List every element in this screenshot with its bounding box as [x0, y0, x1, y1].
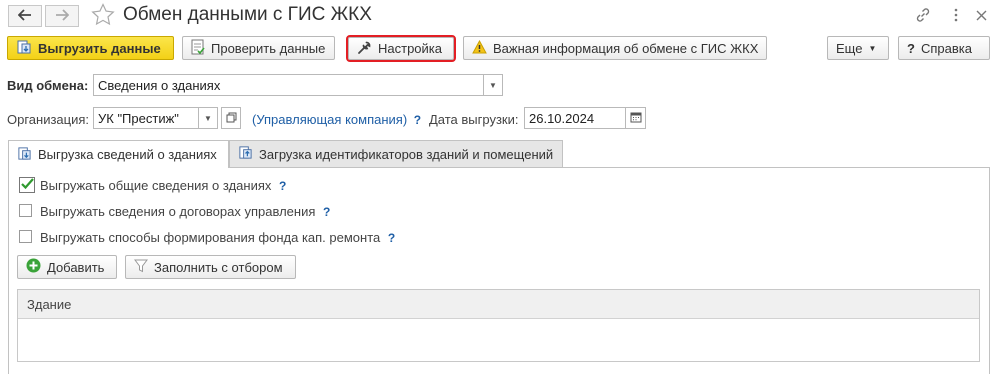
page-title: Обмен данными с ГИС ЖКХ — [123, 4, 372, 25]
exchange-type-value: Сведения о зданиях — [98, 77, 221, 93]
upload-icon — [17, 146, 32, 164]
close-icon[interactable] — [971, 6, 991, 24]
check-document-icon — [191, 39, 205, 58]
back-button[interactable] — [8, 5, 42, 27]
important-info-label: Важная информация об обмене с ГИС ЖКХ — [493, 40, 759, 56]
organization-role-link[interactable]: (Управляющая компания) ? — [252, 112, 421, 127]
calendar-button[interactable] — [625, 107, 646, 129]
upload-icon — [16, 39, 32, 58]
tab-download-identifiers[interactable]: Загрузка идентификаторов зданий и помеще… — [229, 140, 563, 167]
settings-label: Настройка — [378, 41, 442, 56]
tab-download-identifiers-label: Загрузка идентификаторов зданий и помеще… — [259, 146, 554, 162]
settings-button[interactable]: Настройка — [346, 35, 456, 62]
help-label: Справка — [920, 40, 972, 56]
organization-select[interactable]: УК "Престиж" — [93, 107, 199, 129]
option-capital-repair-label: Выгружать способы формирования фонда кап… — [40, 230, 381, 245]
open-window-icon — [226, 112, 237, 125]
help-button[interactable]: ? Справка — [898, 36, 990, 60]
help-icon: ? — [907, 40, 915, 56]
chevron-down-icon: ▼ — [204, 113, 212, 123]
more-label: Еще — [836, 40, 863, 56]
warning-icon — [472, 39, 487, 57]
column-header-building[interactable]: Здание — [27, 297, 71, 312]
add-label: Добавить — [47, 259, 105, 275]
option-contracts-label: Выгружать сведения о договорах управлени… — [40, 204, 316, 219]
option-capital-repair-checkbox[interactable] — [19, 230, 32, 243]
buildings-table[interactable]: Здание — [17, 289, 980, 362]
arrow-left-icon — [17, 8, 32, 24]
calendar-icon — [630, 111, 642, 125]
exchange-type-dropdown-button[interactable]: ▼ — [483, 74, 503, 96]
add-button[interactable]: Добавить — [17, 255, 117, 279]
organization-help-icon[interactable]: ? — [414, 113, 421, 127]
check-data-button[interactable]: Проверить данные — [182, 36, 335, 60]
exchange-type-label: Вид обмена: — [7, 78, 89, 93]
organization-value: УК "Престиж" — [98, 110, 179, 126]
more-button[interactable]: Еще ▼ — [827, 36, 889, 60]
upload-date-label: Дата выгрузки: — [429, 112, 519, 127]
fill-with-filter-button[interactable]: Заполнить с отбором — [125, 255, 296, 279]
chevron-down-icon: ▼ — [489, 80, 497, 90]
organization-label: Организация: — [7, 112, 90, 127]
important-info-button[interactable]: Важная информация об обмене с ГИС ЖКХ — [463, 36, 767, 60]
forward-button[interactable] — [45, 5, 79, 27]
wrench-icon — [357, 40, 372, 58]
favorite-star-icon[interactable] — [91, 3, 115, 29]
option-capital-repair-help-icon[interactable]: ? — [388, 231, 395, 245]
organization-role-label: (Управляющая компания) — [252, 112, 408, 127]
upload-data-button[interactable]: Выгрузить данные — [7, 36, 174, 60]
check-data-label: Проверить данные — [211, 40, 326, 56]
add-plus-icon — [26, 258, 41, 276]
option-general-help-icon[interactable]: ? — [279, 179, 286, 193]
upload-date-value: 26.10.2024 — [529, 110, 595, 126]
organization-dropdown-button[interactable]: ▼ — [198, 107, 218, 129]
table-header: Здание — [18, 290, 979, 319]
exchange-type-select[interactable]: Сведения о зданиях — [93, 74, 484, 96]
fill-with-filter-label: Заполнить с отбором — [154, 259, 283, 275]
option-general-checkbox[interactable] — [19, 177, 35, 193]
upload-date-input[interactable]: 26.10.2024 — [524, 107, 628, 129]
option-contracts-help-icon[interactable]: ? — [323, 205, 330, 219]
arrow-right-icon — [55, 8, 70, 24]
option-capital-repair: Выгружать способы формирования фонда кап… — [40, 230, 395, 245]
dropdown-arrow-icon: ▼ — [868, 43, 877, 53]
tab-upload-buildings[interactable]: Выгрузка сведений о зданиях — [8, 140, 229, 168]
upload-data-label: Выгрузить данные — [38, 40, 161, 56]
option-general-label: Выгружать общие сведения о зданиях — [40, 178, 272, 193]
filter-icon — [134, 259, 148, 276]
tab-upload-buildings-label: Выгрузка сведений о зданиях — [38, 147, 217, 162]
option-contracts: Выгружать сведения о договорах управлени… — [40, 204, 330, 219]
organization-open-button[interactable] — [221, 107, 241, 129]
option-general: Выгружать общие сведения о зданиях ? — [40, 178, 286, 193]
more-vert-icon[interactable] — [946, 6, 966, 24]
link-icon[interactable] — [913, 6, 933, 24]
option-contracts-checkbox[interactable] — [19, 204, 32, 217]
download-icon — [238, 145, 253, 163]
